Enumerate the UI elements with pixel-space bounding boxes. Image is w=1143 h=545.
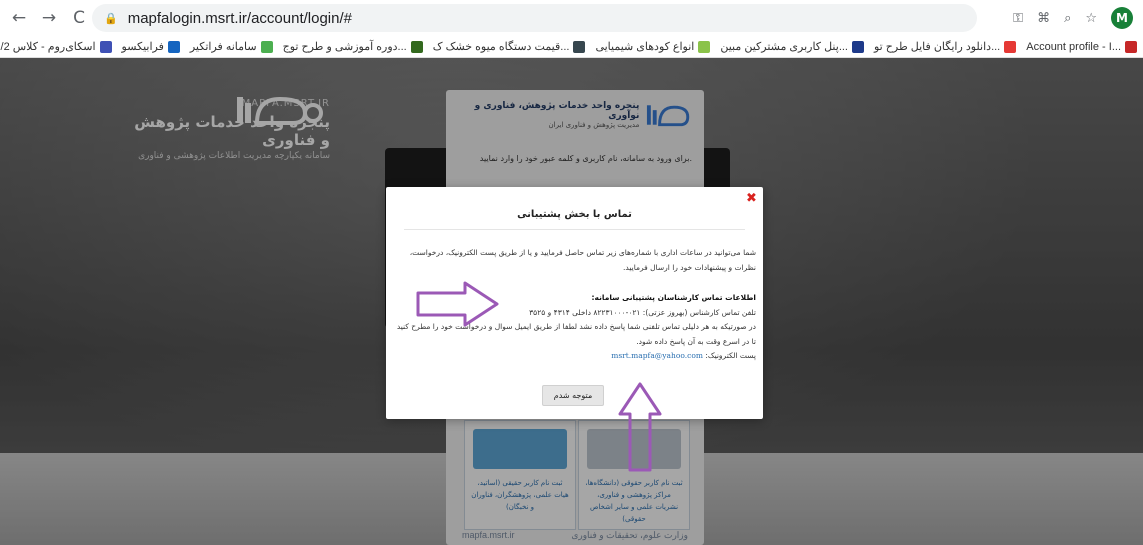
support-contact-section: اطلاعات تماس کارشناسان پشتیبانی سامانه: …: [394, 291, 756, 364]
url-text[interactable]: mapfalogin.msrt.ir/account/login/#: [128, 10, 352, 27]
bookmark-label: سامانه فراتکیر: [189, 41, 257, 53]
bookmarks-bar: Account profile - I... دانلود رایگان فایل…: [0, 36, 1143, 58]
bookmark-favicon-icon: [167, 40, 180, 53]
email-label: پست الکترونیک:: [705, 351, 756, 360]
bookmark-label: انواع کودهای شیمیایی: [595, 41, 695, 53]
bookmark-label: Account profile - I...: [1026, 40, 1121, 53]
support-fallback: در صورتیکه به هر دلیلی تماس تلفنی شما پا…: [396, 322, 756, 346]
bookmark-favicon-icon: [698, 40, 711, 53]
modal-intro: شما می‌توانید در ساعات اداری با شماره‌ها…: [409, 248, 756, 272]
bookmark-item[interactable]: فرابیکسو: [122, 40, 180, 53]
bookmark-favicon-icon: [1125, 40, 1137, 53]
support-modal: ✖ تماس با بخش پشتیبانی شما می‌توانید در …: [386, 187, 763, 419]
bookmark-item[interactable]: دوره آموزشی و طرح توج...: [283, 40, 423, 53]
bookmark-label: اسکای‌روم - کلاس 1/2: [0, 41, 96, 53]
bookmark-favicon-icon: [99, 40, 112, 53]
bookmark-item[interactable]: دانلود رایگان فایل طرح تو...: [873, 40, 1017, 53]
support-email-line: پست الکترونیک: msrt.mapfa@yahoo.com: [394, 349, 756, 364]
support-email-link[interactable]: msrt.mapfa@yahoo.com: [611, 351, 703, 360]
toolbar-icons: ⚿ ⌘ ⌕ ☆ M: [1013, 0, 1133, 36]
bookmark-item[interactable]: قیمت دستگاه میوه خشک ک...: [433, 40, 586, 53]
acknowledge-button[interactable]: متوجه شدم: [542, 385, 604, 406]
bookmark-label: دوره آموزشی و طرح توج...: [282, 41, 407, 53]
bookmark-favicon-icon: [1004, 40, 1017, 53]
close-icon[interactable]: ✖: [746, 191, 757, 206]
address-bar[interactable]: 🔒 mapfalogin.msrt.ir/account/login/#: [92, 4, 977, 32]
bookmark-label: پنل کاربری مشترکین مبین...: [720, 41, 848, 53]
forward-button[interactable]: →: [38, 7, 60, 29]
modal-title: تماس با بخش پشتیبانی: [517, 209, 632, 220]
bookmark-favicon-icon: [410, 40, 423, 53]
bookmark-label: قیمت دستگاه میوه خشک ک...: [432, 41, 570, 53]
bookmark-label: فرابیکسو: [121, 41, 164, 53]
key-icon[interactable]: ⚿: [1013, 11, 1023, 26]
bookmark-favicon-icon: [260, 40, 273, 53]
translate-icon[interactable]: ⌘: [1037, 11, 1050, 26]
support-phone: تلفن تماس کارشناس (بهروز عزتی): ۰۲۱-۸۲۲۳…: [529, 307, 756, 317]
bookmark-label: دانلود رایگان فایل طرح تو...: [873, 41, 1001, 53]
browser-toolbar: ← → C 🔒 mapfalogin.msrt.ir/account/login…: [0, 0, 1143, 36]
bookmark-item[interactable]: اسکای‌روم - کلاس 1/2: [0, 40, 112, 53]
back-button[interactable]: ←: [8, 7, 30, 29]
profile-avatar[interactable]: M: [1111, 7, 1133, 29]
bookmark-item[interactable]: پنل کاربری مشترکین مبین...: [720, 40, 864, 53]
bookmark-item[interactable]: انواع کودهای شیمیایی: [595, 40, 711, 53]
star-icon[interactable]: ☆: [1085, 11, 1097, 26]
support-heading: اطلاعات تماس کارشناسان پشتیبانی سامانه:: [591, 293, 756, 302]
bookmark-favicon-icon: [851, 40, 864, 53]
lock-icon: 🔒: [104, 11, 118, 25]
bookmark-favicon-icon: [573, 40, 586, 53]
reload-button[interactable]: C: [68, 7, 90, 29]
bookmark-item[interactable]: Account profile - I...: [1026, 40, 1137, 53]
zoom-icon[interactable]: ⌕: [1064, 11, 1071, 26]
bookmark-item[interactable]: سامانه فراتکیر: [190, 40, 273, 53]
modal-divider: [404, 229, 745, 230]
